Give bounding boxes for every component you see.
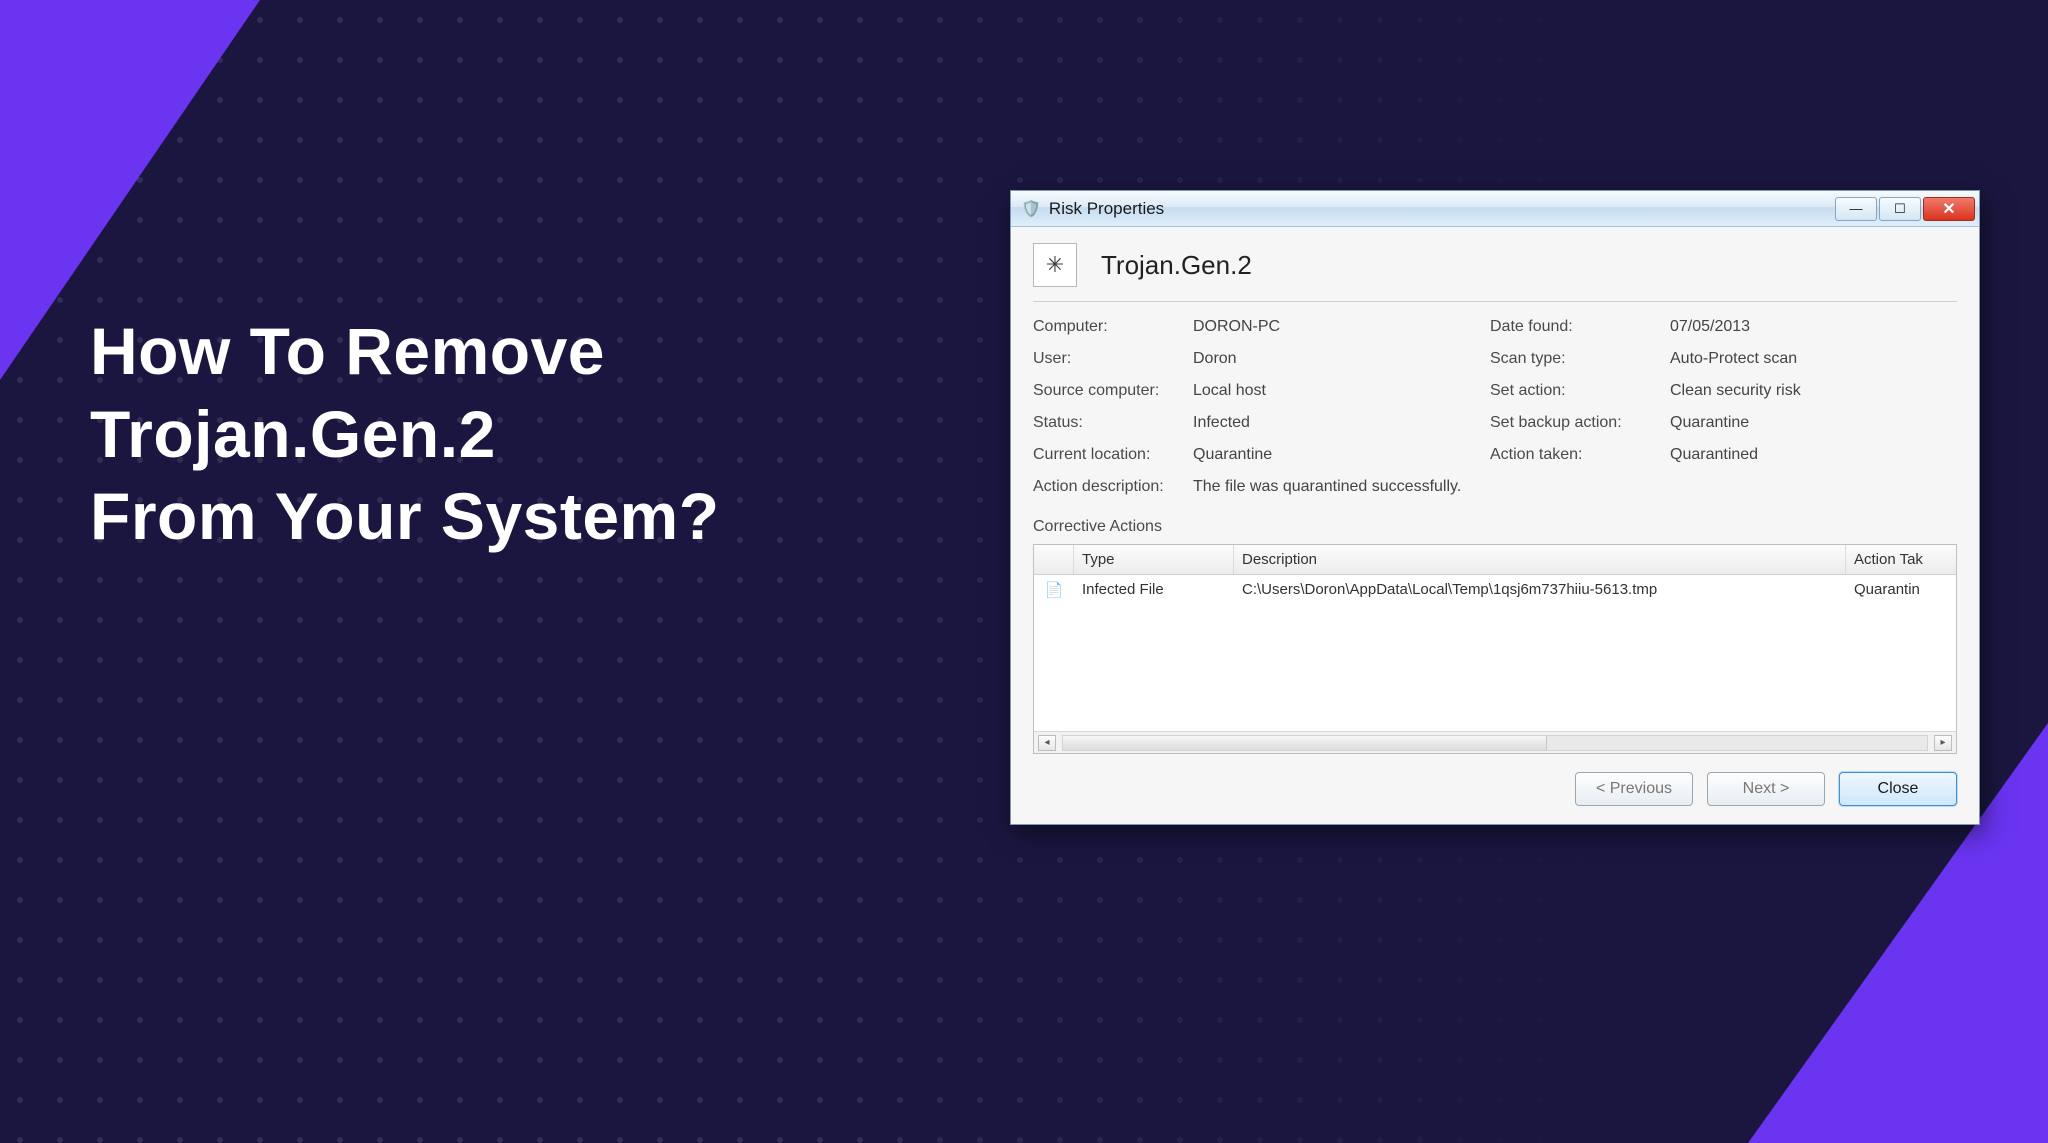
current-location-label: Current location: [1033,446,1183,464]
properties-grid: Computer: DORON-PC Date found: 07/05/201… [1033,312,1957,506]
action-description-label: Action description: [1033,478,1183,496]
table-header-row: Type Description Action Tak [1034,545,1956,575]
close-button[interactable]: Close [1839,772,1957,806]
threat-name: Trojan.Gen.2 [1101,250,1252,281]
risk-properties-dialog: 🛡️ Risk Properties — ☐ ✕ ✳ Trojan.Gen.2 … [1010,190,1980,825]
status-label: Status: [1033,414,1183,432]
user-label: User: [1033,350,1183,368]
banner-stage: How To Remove Trojan.Gen.2 From Your Sys… [0,0,2048,1143]
row-action: Quarantin [1846,575,1956,605]
table-row[interactable]: 📄 Infected File C:\Users\Doron\AppData\L… [1034,575,1956,605]
scroll-right-button[interactable]: ▸ [1934,735,1952,751]
table-empty-area [1034,605,1956,731]
scroll-left-button[interactable]: ◂ [1038,735,1056,751]
table-header-type[interactable]: Type [1074,545,1234,574]
date-found-value: 07/05/2013 [1670,318,1957,336]
action-taken-value: Quarantined [1670,446,1957,464]
threat-header: ✳ Trojan.Gen.2 [1033,243,1957,301]
divider [1033,301,1957,302]
scroll-thumb[interactable] [1063,736,1547,750]
headline-line-3: From Your System? [90,475,720,558]
shield-icon: 🛡️ [1021,199,1041,219]
horizontal-scrollbar[interactable]: ◂ ▸ [1034,731,1956,753]
headline-line-1: How To Remove [90,310,720,393]
previous-button[interactable]: < Previous [1575,772,1693,806]
next-button[interactable]: Next > [1707,772,1825,806]
date-found-label: Date found: [1490,318,1660,336]
headline: How To Remove Trojan.Gen.2 From Your Sys… [90,310,720,558]
dialog-content: ✳ Trojan.Gen.2 Computer: DORON-PC Date f… [1011,227,1979,824]
user-value: Doron [1193,350,1480,368]
set-backup-action-label: Set backup action: [1490,414,1660,432]
set-action-label: Set action: [1490,382,1660,400]
scroll-track[interactable] [1062,735,1928,751]
table-header-icon [1034,545,1074,574]
threat-file-icon: ✳ [1033,243,1077,287]
status-value: Infected [1193,414,1480,432]
set-action-value: Clean security risk [1670,382,1957,400]
computer-label: Computer: [1033,318,1183,336]
current-location-value: Quarantine [1193,446,1480,464]
corrective-actions-table: Type Description Action Tak 📄 Infected F… [1033,544,1957,754]
minimize-button[interactable]: — [1835,197,1877,221]
row-description: C:\Users\Doron\AppData\Local\Temp\1qsj6m… [1234,575,1846,605]
table-header-description[interactable]: Description [1234,545,1846,574]
scan-type-value: Auto-Protect scan [1670,350,1957,368]
maximize-button[interactable]: ☐ [1879,197,1921,221]
window-title: Risk Properties [1049,199,1833,219]
corrective-actions-label: Corrective Actions [1033,518,1957,536]
scan-type-label: Scan type: [1490,350,1660,368]
action-taken-label: Action taken: [1490,446,1660,464]
table-header-action[interactable]: Action Tak [1846,545,1956,574]
action-description-value: The file was quarantined successfully. [1193,478,1461,496]
close-window-button[interactable]: ✕ [1923,197,1975,221]
source-computer-value: Local host [1193,382,1480,400]
source-computer-label: Source computer: [1033,382,1183,400]
dialog-footer: < Previous Next > Close [1033,754,1957,806]
infected-file-icon: 📄 [1034,575,1074,605]
computer-value: DORON-PC [1193,318,1480,336]
set-backup-action-value: Quarantine [1670,414,1957,432]
row-type: Infected File [1074,575,1234,605]
headline-line-2: Trojan.Gen.2 [90,393,720,476]
titlebar[interactable]: 🛡️ Risk Properties — ☐ ✕ [1011,191,1979,227]
